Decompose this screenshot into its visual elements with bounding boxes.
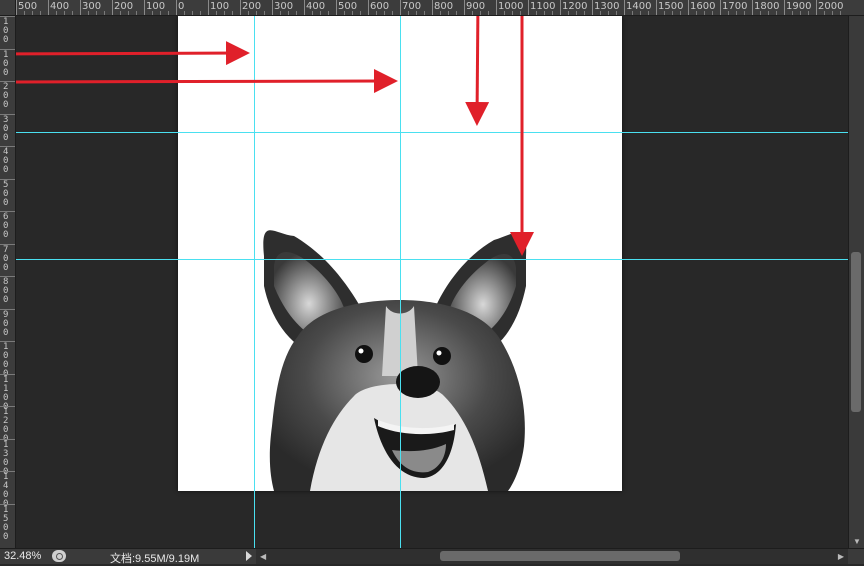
ruler-minor-tick: [392, 11, 393, 15]
ruler-minor-tick: [192, 11, 193, 15]
ruler-tick-label: 1900: [786, 1, 812, 12]
ruler-tick: [816, 0, 817, 15]
ruler-tick: [176, 0, 177, 15]
ruler-minor-tick: [232, 11, 233, 15]
scroll-left-icon[interactable]: ◀: [260, 553, 266, 561]
ruler-tick-label: 400: [306, 1, 326, 12]
ruler-tick-label: 7 0 0: [3, 244, 9, 273]
ruler-minor-tick: [488, 11, 489, 15]
ruler-tick: [16, 0, 17, 15]
status-bar: 32.48% 文档:9.55M/9.19M ◀ ▶: [0, 548, 864, 565]
status-info-icon[interactable]: [52, 550, 66, 562]
ruler-tick: [368, 0, 369, 15]
ruler-tick-label: 200: [242, 1, 262, 12]
ruler-minor-tick: [456, 11, 457, 15]
ruler-minor-tick: [104, 11, 105, 15]
ruler-tick-label: 1200: [562, 1, 588, 12]
ruler-tick: [464, 0, 465, 15]
ruler-tick: [48, 0, 49, 15]
ruler-tick-label: 1400: [626, 1, 652, 12]
ruler-tick-label: 2 0 0: [3, 82, 9, 110]
ruler-tick-label: 1600: [690, 1, 716, 12]
ruler-tick: [624, 0, 625, 15]
ruler-tick-label: 3 0 0: [3, 114, 9, 143]
ruler-tick: [560, 0, 561, 15]
ruler-tick: [304, 0, 305, 15]
ruler-minor-tick: [424, 11, 425, 15]
ruler-tick: [208, 0, 209, 15]
ruler-tick-label: 1 0 0: [3, 49, 9, 78]
status-menu-arrow-icon[interactable]: [246, 551, 252, 561]
vertical-guide-2[interactable]: [400, 16, 401, 548]
ruler-minor-tick: [72, 11, 73, 15]
ruler-tick-label: 5 0 0: [3, 179, 9, 208]
canvas-workspace[interactable]: [16, 16, 848, 548]
ruler-tick: [752, 0, 753, 15]
ruler-tick: [528, 0, 529, 15]
ruler-tick-label: 200: [114, 1, 134, 12]
ruler-tick-label: 1 0 0: [3, 17, 9, 45]
ruler-origin-corner[interactable]: [0, 0, 16, 16]
ruler-tick-label: 4 0 0: [3, 147, 9, 175]
vertical-ruler[interactable]: 1 0 0 1 0 0 2 0 0 3 0 0 4 0 0 5 0 0 6 0 0 7 0 0…: [0, 16, 16, 548]
ruler-tick-label: 0: [178, 1, 185, 12]
ruler-tick-label: 800: [434, 1, 454, 12]
ruler-tick-label: 700: [402, 1, 422, 12]
ruler-tick: [432, 0, 433, 15]
ruler-tick-label: 8 0 0: [3, 277, 9, 305]
ruler-tick-label: 100: [146, 1, 166, 12]
ruler-tick-label: 400: [50, 1, 70, 12]
horizontal-scroll-thumb[interactable]: [440, 551, 680, 561]
scroll-down-icon[interactable]: ▼: [853, 538, 861, 546]
ruler-tick-label: 1800: [754, 1, 780, 12]
ruler-tick-label: 300: [274, 1, 294, 12]
ruler-tick: [144, 0, 145, 15]
ruler-minor-tick: [168, 11, 169, 15]
ruler-minor-tick: [328, 11, 329, 15]
ruler-minor-tick: [264, 11, 265, 15]
ruler-tick-label: 1000: [498, 1, 524, 12]
horizontal-guide-1[interactable]: [16, 132, 848, 133]
ruler-minor-tick: [360, 11, 361, 15]
ruler-tick: [720, 0, 721, 15]
ruler-tick-label: 1100: [530, 1, 556, 12]
ruler-tick: [784, 0, 785, 15]
ruler-minor-tick: [40, 11, 41, 15]
ruler-tick-label: 100: [210, 1, 230, 12]
ruler-tick: [240, 0, 241, 15]
ruler-tick-label: 500: [18, 1, 38, 12]
ruler-tick: [112, 0, 113, 15]
vertical-scroll-thumb[interactable]: [851, 252, 861, 412]
ruler-tick: [496, 0, 497, 15]
vertical-guide-1[interactable]: [254, 16, 255, 548]
ruler-tick: [80, 0, 81, 15]
ruler-tick-label: 1500: [658, 1, 684, 12]
ruler-tick-label: 6 0 0: [3, 212, 9, 240]
ruler-tick-label: 300: [82, 1, 102, 12]
ruler-tick: [656, 0, 657, 15]
ruler-tick-label: 1 5 0 0: [3, 504, 9, 542]
ruler-minor-tick: [296, 11, 297, 15]
ruler-tick: [688, 0, 689, 15]
ruler-tick: [400, 0, 401, 15]
ruler-tick-label: 1700: [722, 1, 748, 12]
ruler-tick: [272, 0, 273, 15]
ruler-tick-label: 500: [338, 1, 358, 12]
horizontal-scrollbar[interactable]: ◀ ▶: [256, 549, 848, 564]
horizontal-guide-2[interactable]: [16, 259, 848, 260]
ruler-minor-tick: [200, 11, 201, 15]
ruler-minor-tick: [136, 11, 137, 15]
ruler-tick: [336, 0, 337, 15]
ruler-tick-label: 600: [370, 1, 390, 12]
ruler-tick-label: 1300: [594, 1, 620, 12]
horizontal-ruler[interactable]: 500 400 300 200 100 0 100 200 300 400 500 600 700 800…: [0, 0, 864, 16]
ruler-tick-label: 900: [466, 1, 486, 12]
scroll-right-icon[interactable]: ▶: [838, 553, 844, 561]
ruler-tick: [592, 0, 593, 15]
vertical-scrollbar[interactable]: ▼: [848, 16, 864, 548]
ruler-tick-label: 9 0 0: [3, 309, 9, 338]
zoom-level[interactable]: 32.48%: [4, 550, 41, 562]
ruler-tick-label: 2000: [818, 1, 844, 12]
